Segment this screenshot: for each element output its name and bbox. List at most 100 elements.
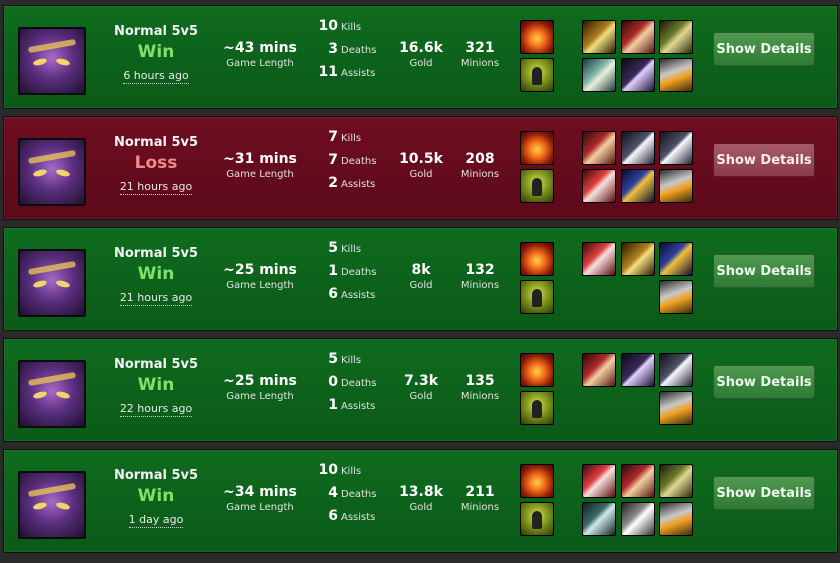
deaths-stat: 3 Deaths xyxy=(304,41,394,57)
match-result: Win xyxy=(137,264,175,284)
game-length-label: Game Length xyxy=(226,280,294,291)
match-result: Loss xyxy=(134,153,178,173)
ghost-spell-icon[interactable] xyxy=(520,58,554,92)
game-mode: Normal 5v5 xyxy=(113,468,199,483)
item-icon[interactable] xyxy=(659,169,693,203)
item-icon[interactable] xyxy=(659,391,693,425)
game-length-label: Game Length xyxy=(226,58,294,69)
item-icon[interactable] xyxy=(621,353,655,387)
assists-label: Assists xyxy=(341,401,376,412)
item-icon[interactable] xyxy=(582,502,616,536)
show-details-button[interactable]: Show Details xyxy=(713,476,815,510)
item-icon[interactable] xyxy=(582,353,616,387)
gold-value: 8k xyxy=(411,262,431,278)
item-icon[interactable] xyxy=(621,464,655,498)
item-icon[interactable] xyxy=(621,131,655,165)
assists-stat: 11 Assists xyxy=(304,64,394,80)
ignite-spell-icon[interactable] xyxy=(520,353,554,387)
item-icon[interactable] xyxy=(621,502,655,536)
game-mode: Normal 5v5 xyxy=(113,135,199,150)
item-icon[interactable] xyxy=(621,20,655,54)
ignite-spell-icon[interactable] xyxy=(520,131,554,165)
item-icon[interactable] xyxy=(659,242,693,276)
deaths-value: 4 xyxy=(328,485,338,501)
champion-portrait[interactable] xyxy=(18,360,86,428)
item-icon[interactable] xyxy=(621,169,655,203)
gold-value: 10.5k xyxy=(399,151,443,167)
gold-label: Gold xyxy=(409,502,433,513)
item-icon[interactable] xyxy=(659,20,693,54)
ghost-spell-icon[interactable] xyxy=(520,169,554,203)
deaths-value: 3 xyxy=(328,41,338,57)
show-details-button[interactable]: Show Details xyxy=(713,143,815,177)
show-details-button[interactable]: Show Details xyxy=(713,365,815,399)
item-icon[interactable] xyxy=(659,131,693,165)
match-result: Win xyxy=(137,42,175,62)
champion-portrait[interactable] xyxy=(18,138,86,206)
item-icon[interactable] xyxy=(659,58,693,92)
match-row: Normal 5v5 Loss 21 hours ago ~31 mins Ga… xyxy=(3,116,838,220)
gold-label: Gold xyxy=(409,58,433,69)
ignite-spell-icon[interactable] xyxy=(520,20,554,54)
deaths-value: 7 xyxy=(328,152,338,168)
ghost-spell-icon[interactable] xyxy=(520,280,554,314)
minions-label: Minions xyxy=(460,58,500,69)
kills-value: 7 xyxy=(328,129,338,145)
minions-value: 208 xyxy=(465,151,495,167)
ghost-spell-icon[interactable] xyxy=(520,502,554,536)
minions-value: 132 xyxy=(465,262,495,278)
gold-label: Gold xyxy=(409,169,433,180)
item-icon[interactable] xyxy=(582,169,616,203)
assists-label: Assists xyxy=(341,290,376,301)
deaths-stat: 0 Deaths xyxy=(304,374,394,390)
kills-stat: 7 Kills xyxy=(304,129,394,145)
item-icon[interactable] xyxy=(659,464,693,498)
match-time-label: 21 hours ago xyxy=(119,180,193,195)
champion-portrait[interactable] xyxy=(18,249,86,317)
champion-portrait[interactable] xyxy=(18,27,86,95)
minions-value: 211 xyxy=(465,484,495,500)
match-time[interactable]: 21 hours ago xyxy=(104,291,208,306)
gold-label: Gold xyxy=(409,280,433,291)
match-time[interactable]: 6 hours ago xyxy=(104,69,208,84)
kills-label: Kills xyxy=(341,244,362,255)
item-icon[interactable] xyxy=(582,131,616,165)
assists-value: 6 xyxy=(328,286,338,302)
deaths-label: Deaths xyxy=(341,489,377,500)
ignite-spell-icon[interactable] xyxy=(520,242,554,276)
item-icon[interactable] xyxy=(659,353,693,387)
gold-value: 13.8k xyxy=(399,484,443,500)
item-icon[interactable] xyxy=(582,242,616,276)
item-icon[interactable] xyxy=(621,242,655,276)
kills-label: Kills xyxy=(341,22,362,33)
minions-value: 321 xyxy=(465,40,495,56)
item-icon[interactable] xyxy=(582,20,616,54)
match-result: Win xyxy=(137,375,175,395)
show-details-button[interactable]: Show Details xyxy=(713,32,815,66)
ghost-spell-icon[interactable] xyxy=(520,391,554,425)
show-details-button[interactable]: Show Details xyxy=(713,254,815,288)
item-icon[interactable] xyxy=(582,464,616,498)
item-icon[interactable] xyxy=(582,58,616,92)
assists-label: Assists xyxy=(341,68,376,79)
game-length-label: Game Length xyxy=(226,391,294,402)
assists-value: 1 xyxy=(328,397,338,413)
assists-stat: 6 Assists xyxy=(304,286,394,302)
item-icon[interactable] xyxy=(659,280,693,314)
match-time[interactable]: 1 day ago xyxy=(104,513,208,528)
deaths-value: 1 xyxy=(328,263,338,279)
minions-label: Minions xyxy=(460,280,500,291)
kills-value: 5 xyxy=(328,351,338,367)
match-time[interactable]: 21 hours ago xyxy=(104,180,208,195)
match-time[interactable]: 22 hours ago xyxy=(104,402,208,417)
item-icon[interactable] xyxy=(659,502,693,536)
match-time-label: 6 hours ago xyxy=(123,69,189,84)
ignite-spell-icon[interactable] xyxy=(520,464,554,498)
match-row: Normal 5v5 Win 21 hours ago ~25 mins Gam… xyxy=(3,227,838,331)
champion-portrait[interactable] xyxy=(18,471,86,539)
minions-value: 135 xyxy=(465,373,495,389)
match-time-label: 22 hours ago xyxy=(119,402,193,417)
deaths-value: 0 xyxy=(328,374,338,390)
game-length-label: Game Length xyxy=(226,502,294,513)
item-icon[interactable] xyxy=(621,58,655,92)
